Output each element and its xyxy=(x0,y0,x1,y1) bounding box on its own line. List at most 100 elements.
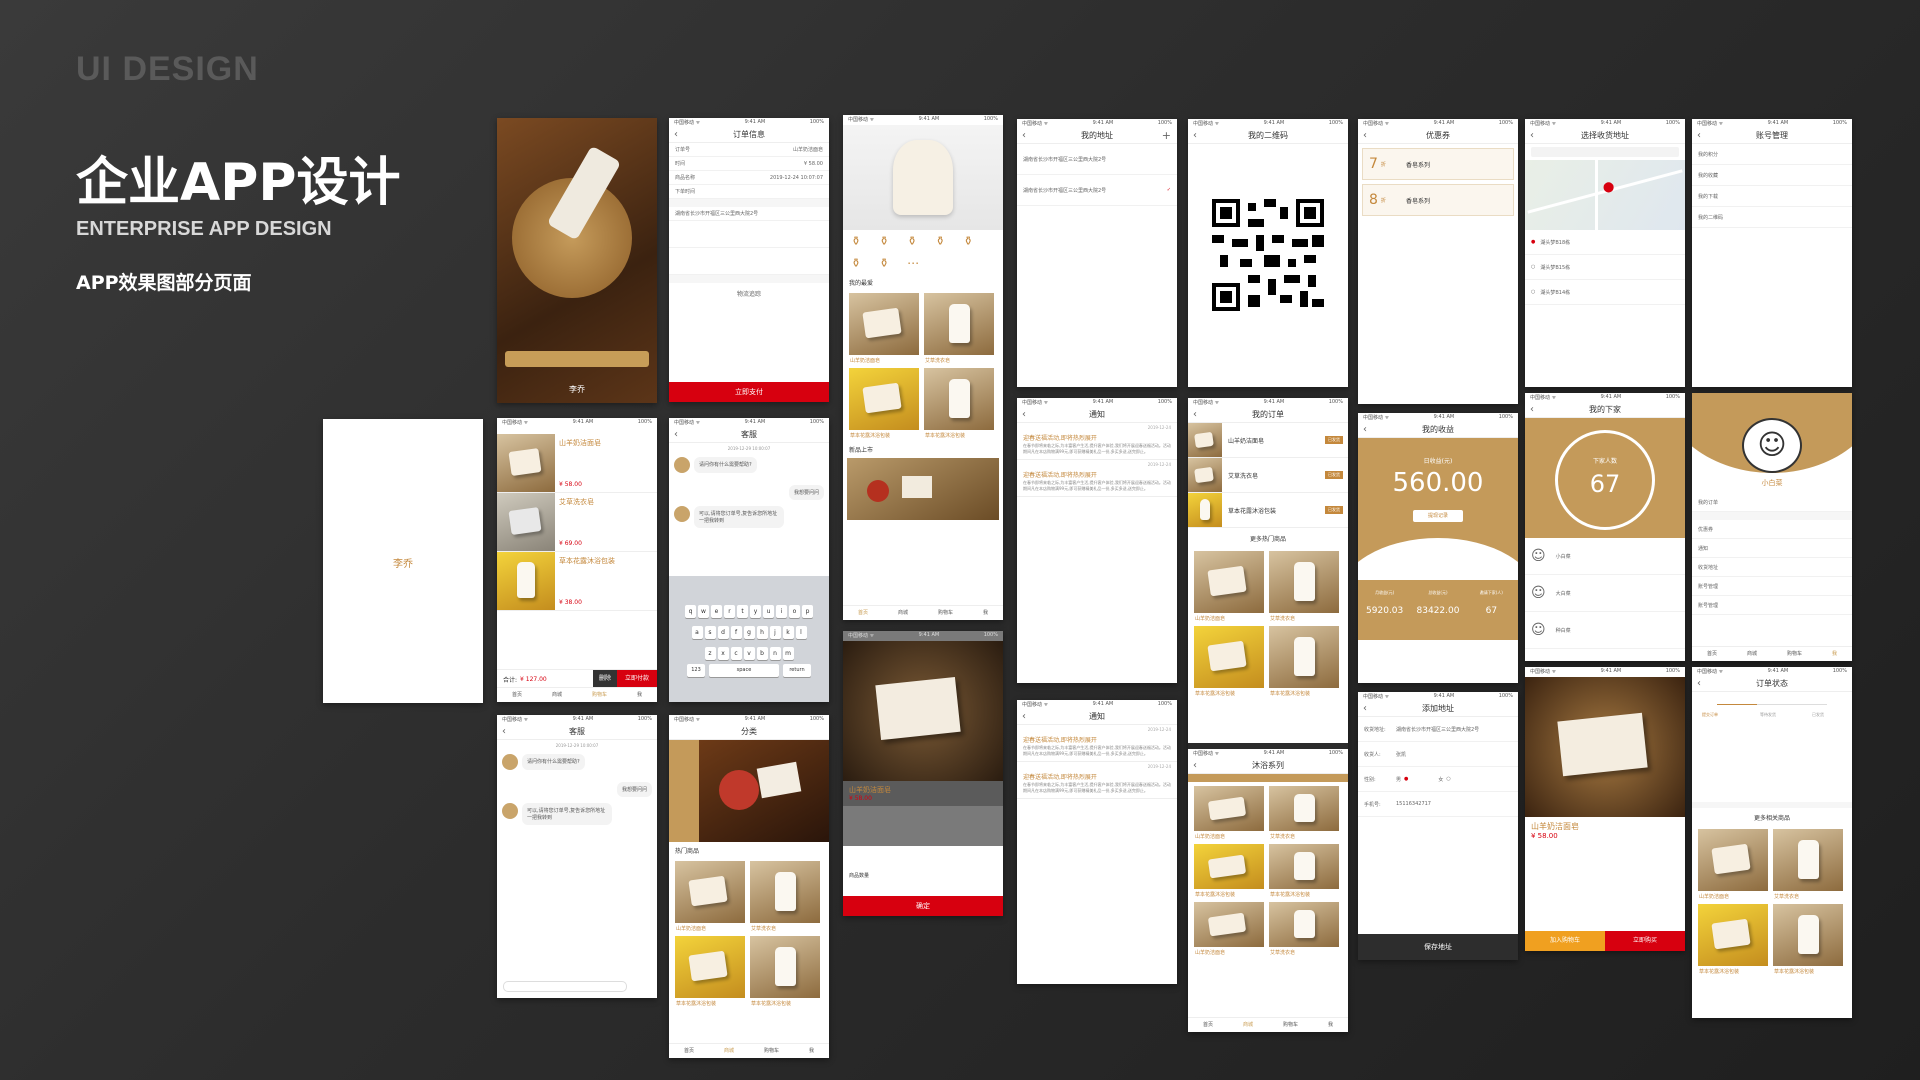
bottle-icon[interactable]: ⚱ xyxy=(879,234,889,248)
key-k[interactable]: k xyxy=(782,626,794,639)
key-l[interactable]: l xyxy=(795,626,807,639)
enter-button[interactable] xyxy=(505,351,649,367)
delete-button[interactable]: 删除 xyxy=(592,670,617,688)
product-card[interactable]: 草本花露沐浴包装 xyxy=(1269,626,1340,697)
bottle-icon[interactable]: ⚱ xyxy=(907,234,917,248)
add-cart-button[interactable]: 加入购物车 xyxy=(1525,931,1605,951)
product-card[interactable]: 山羊奶洁面皂 xyxy=(1194,786,1265,840)
notice-heading[interactable]: 迎春送福活动,即将热烈展开 xyxy=(1017,769,1177,782)
back-icon[interactable]: ‹ xyxy=(1193,129,1197,143)
bottle-icon[interactable]: ⚱ xyxy=(935,234,945,248)
buy-now-button[interactable]: 立即购买 xyxy=(1605,931,1685,951)
key-space[interactable]: space xyxy=(709,664,779,677)
product-card[interactable]: 草本花露沐浴包装 xyxy=(1194,844,1265,898)
track-link[interactable]: 物流追踪 xyxy=(669,283,829,304)
coupon-item[interactable]: 7折 香皂系列 xyxy=(1362,148,1514,180)
key-f[interactable]: f xyxy=(730,626,742,639)
product-card[interactable]: 草本花露沐浴包装 xyxy=(675,936,746,1007)
back-icon[interactable]: ‹ xyxy=(674,128,678,142)
key-s[interactable]: s xyxy=(704,626,716,639)
back-icon[interactable]: ‹ xyxy=(1530,129,1534,143)
key-c[interactable]: c xyxy=(730,647,742,660)
bottle-icon[interactable]: ⚱ xyxy=(851,234,861,248)
phone-field[interactable]: 15116342717 xyxy=(1396,801,1431,807)
product-card[interactable]: 艾草洗衣皂 xyxy=(1269,786,1340,840)
cart-item[interactable]: 艾草洗衣皂 ¥ 69.00 xyxy=(497,493,657,552)
back-icon[interactable]: ‹ xyxy=(1022,710,1026,724)
key-q[interactable]: q xyxy=(685,605,696,618)
key-u[interactable]: u xyxy=(763,605,774,618)
product-card[interactable]: 艾草洗衣皂 xyxy=(1773,829,1844,900)
back-icon[interactable]: ‹ xyxy=(674,428,678,442)
product-card[interactable]: 山羊奶洁面皂 xyxy=(675,861,746,932)
member-row[interactable]: ☺ 小白菜 xyxy=(1525,538,1685,575)
product-card[interactable]: 草本花露沐浴包装 xyxy=(924,368,995,439)
back-icon[interactable]: ‹ xyxy=(1697,129,1701,143)
menu-item[interactable]: 收货地址 xyxy=(1692,558,1852,577)
back-icon[interactable]: ‹ xyxy=(1022,129,1026,143)
bottle-icon[interactable]: ⚱ xyxy=(851,256,861,270)
chat-input[interactable] xyxy=(503,981,627,992)
pay-button[interactable]: 立即支付 xyxy=(669,382,829,402)
cart-item[interactable]: 山羊奶洁面皂 ¥ 58.00 xyxy=(497,434,657,493)
notice-heading[interactable]: 迎春送福活动,即将热烈展开 xyxy=(1017,732,1177,745)
product-card[interactable]: 艾草洗衣皂 xyxy=(750,861,821,932)
key-b[interactable]: b xyxy=(756,647,768,660)
key-g[interactable]: g xyxy=(743,626,755,639)
account-item[interactable]: 我的收藏 xyxy=(1692,165,1852,186)
product-card[interactable]: 草本花露沐浴包装 xyxy=(1194,626,1265,697)
back-icon[interactable]: ‹ xyxy=(1022,408,1026,422)
product-card[interactable]: 艾草洗衣皂 xyxy=(1269,551,1340,622)
bottle-icon[interactable]: ⚱ xyxy=(963,234,973,248)
save-address-button[interactable]: 保存地址 xyxy=(1358,934,1518,960)
key-p[interactable]: p xyxy=(802,605,813,618)
key-z[interactable]: z xyxy=(704,647,716,660)
key-e[interactable]: e xyxy=(711,605,722,618)
product-card[interactable]: 草本花露沐浴包装 xyxy=(1698,904,1769,975)
key-r[interactable]: r xyxy=(724,605,735,618)
member-row[interactable]: ☺ 大白菜 xyxy=(1525,575,1685,612)
notice-heading[interactable]: 迎春送福活动,即将热烈展开 xyxy=(1017,430,1177,443)
bottle-icon[interactable]: ⚱ xyxy=(879,256,889,270)
tab-cart[interactable]: 购物车 xyxy=(592,688,607,702)
search-input[interactable] xyxy=(1531,147,1679,157)
address-option[interactable]: ○ 湖头梦B15栋 xyxy=(1525,255,1685,280)
address-item[interactable]: 湖南省长沙市开福区三公里西大院2号 xyxy=(1017,144,1177,175)
product-card[interactable]: 草本花露沐浴包装 xyxy=(849,368,920,439)
key-i[interactable]: i xyxy=(776,605,787,618)
confirm-button[interactable]: 确定 xyxy=(843,896,1003,916)
key-return[interactable]: return xyxy=(783,664,811,677)
address-item[interactable]: 湖南省长沙市开福区三公里西大院2号 ✓ xyxy=(1017,175,1177,206)
account-item[interactable]: 我的积分 xyxy=(1692,144,1852,165)
back-icon[interactable]: ‹ xyxy=(1363,423,1367,437)
back-icon[interactable]: ‹ xyxy=(1193,759,1197,773)
back-icon[interactable]: ‹ xyxy=(1363,702,1367,716)
radio-male[interactable]: ● xyxy=(1401,776,1438,782)
cart-item[interactable]: 草本花露沐浴包装 ¥ 38.00 xyxy=(497,552,657,611)
product-card[interactable]: 草本花露沐浴包装 xyxy=(1269,844,1340,898)
key-a[interactable]: a xyxy=(691,626,703,639)
product-card[interactable]: 草本花露沐浴包装 xyxy=(750,936,821,1007)
menu-item[interactable]: 我的订单 xyxy=(1692,493,1852,512)
product-card[interactable]: 山羊奶洁面皂 xyxy=(849,293,920,364)
coupon-item[interactable]: 8折 香皂系列 xyxy=(1362,184,1514,216)
key-t[interactable]: t xyxy=(737,605,748,618)
key-h[interactable]: h xyxy=(756,626,768,639)
address-option[interactable]: ○ 湖头梦B14栋 xyxy=(1525,280,1685,305)
member-row[interactable]: ☺ 种白菜 xyxy=(1525,612,1685,649)
more-icon[interactable]: ⋯ xyxy=(907,256,919,270)
name-field[interactable]: 张凯 xyxy=(1396,751,1406,758)
menu-item[interactable]: 通知 xyxy=(1692,539,1852,558)
order-item[interactable]: 艾草洗衣皂 已发货 xyxy=(1188,458,1348,493)
product-card[interactable]: 山羊奶洁面皂 xyxy=(1698,829,1769,900)
menu-item[interactable]: 账号管理 xyxy=(1692,596,1852,615)
order-item[interactable]: 山羊奶洁面皂 已发货 xyxy=(1188,423,1348,458)
back-icon[interactable]: ‹ xyxy=(1530,403,1534,417)
product-card[interactable]: 山羊奶洁面皂 xyxy=(1194,551,1265,622)
category-sidebar[interactable] xyxy=(669,740,699,842)
back-icon[interactable]: ‹ xyxy=(502,725,506,739)
filter-bar[interactable] xyxy=(1188,774,1348,782)
withdraw-button[interactable]: 提现记录 xyxy=(1413,510,1463,522)
product-card[interactable]: 艾草洗衣皂 xyxy=(1269,902,1340,956)
notice-heading[interactable]: 迎春送福活动,即将热烈展开 xyxy=(1017,467,1177,480)
